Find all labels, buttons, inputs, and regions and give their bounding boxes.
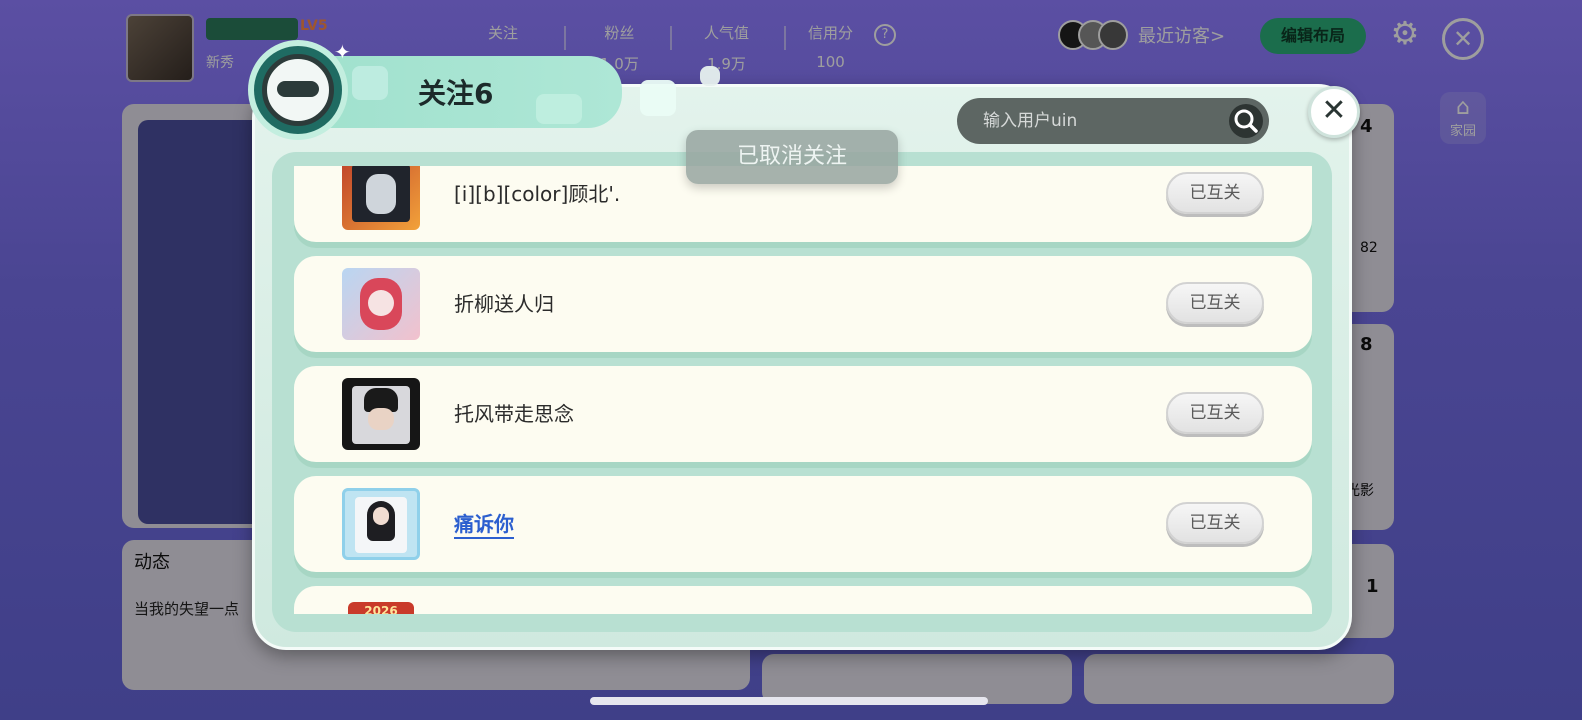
stat-following[interactable]: 关注 [488, 22, 518, 53]
list-item[interactable]: 痛诉你 已互关 [294, 476, 1312, 572]
avatar[interactable]: 2026 [342, 598, 420, 614]
dynamics-text: 当我的失望一点 [134, 600, 240, 618]
home-indicator[interactable] [590, 697, 988, 705]
avatar[interactable] [342, 488, 420, 560]
decoration [640, 80, 676, 116]
search-input[interactable] [983, 108, 1213, 134]
user-name[interactable]: [i][b][color]顾北'. [454, 178, 620, 207]
avatar[interactable] [342, 166, 420, 230]
profile-name [206, 18, 298, 40]
decoration [700, 66, 720, 86]
decoration [536, 94, 582, 124]
search-icon[interactable] [1229, 104, 1263, 138]
profile-avatar[interactable] [126, 14, 194, 82]
sparkle-icon: ✦ [334, 40, 351, 64]
side-count: 4 [1360, 116, 1373, 137]
visitor-avatar[interactable] [1098, 20, 1128, 50]
mascot-icon [262, 54, 334, 126]
mutual-follow-button[interactable]: 已互关 [1166, 282, 1264, 324]
user-name-link[interactable]: 痛诉你 [454, 508, 514, 539]
modal-title: 关注6 [418, 77, 494, 110]
search-box[interactable] [957, 98, 1269, 144]
dynamics-title: 动态 [134, 552, 170, 573]
avatar[interactable] [342, 378, 420, 450]
stat-credit[interactable]: 信用分 100 [808, 22, 853, 71]
list-item[interactable]: 折柳送人归 已互关 [294, 256, 1312, 352]
user-name[interactable]: 折柳送人归 [454, 288, 554, 317]
mutual-follow-button[interactable]: 已互关 [1166, 392, 1264, 434]
gear-icon[interactable]: ⚙ [1388, 16, 1422, 50]
side-count: 8 [1360, 334, 1373, 355]
profile-sub-label: 新秀 [206, 55, 234, 71]
mutual-follow-button[interactable]: 已互关 [1166, 172, 1264, 214]
year-badge: 2026 [348, 602, 414, 614]
user-name[interactable]: 托风带走思念 [454, 398, 574, 427]
list-item[interactable]: 托风带走思念 已互关 [294, 366, 1312, 462]
following-list[interactable]: [i][b][color]顾北'. 已互关 折柳送人归 已互关 托风带走思念 已… [278, 166, 1324, 614]
stat-divider [670, 26, 672, 50]
stat-divider [784, 26, 786, 50]
home-button[interactable]: ⌂ 家园 [1440, 92, 1486, 144]
home-icon: ⌂ [1456, 95, 1470, 120]
avatar[interactable] [342, 268, 420, 340]
recent-visitors-link[interactable]: 最近访客> [1138, 22, 1225, 48]
list-item[interactable]: 2026 [294, 586, 1312, 614]
toast-message: 已取消关注 [686, 130, 898, 184]
mutual-follow-button[interactable]: 已互关 [1166, 502, 1264, 544]
bottom-card [1084, 654, 1394, 704]
profile-level: LV5 [300, 18, 328, 34]
decoration [352, 66, 388, 100]
edit-layout-button[interactable]: 编辑布局 [1260, 18, 1366, 54]
side-count: 1 [1366, 576, 1379, 597]
help-icon[interactable]: ? [874, 24, 896, 46]
stat-divider [564, 26, 566, 50]
close-icon[interactable]: ✕ [1442, 18, 1484, 60]
close-icon[interactable]: ✕ [1308, 86, 1360, 138]
side-text: 82 [1360, 240, 1378, 256]
